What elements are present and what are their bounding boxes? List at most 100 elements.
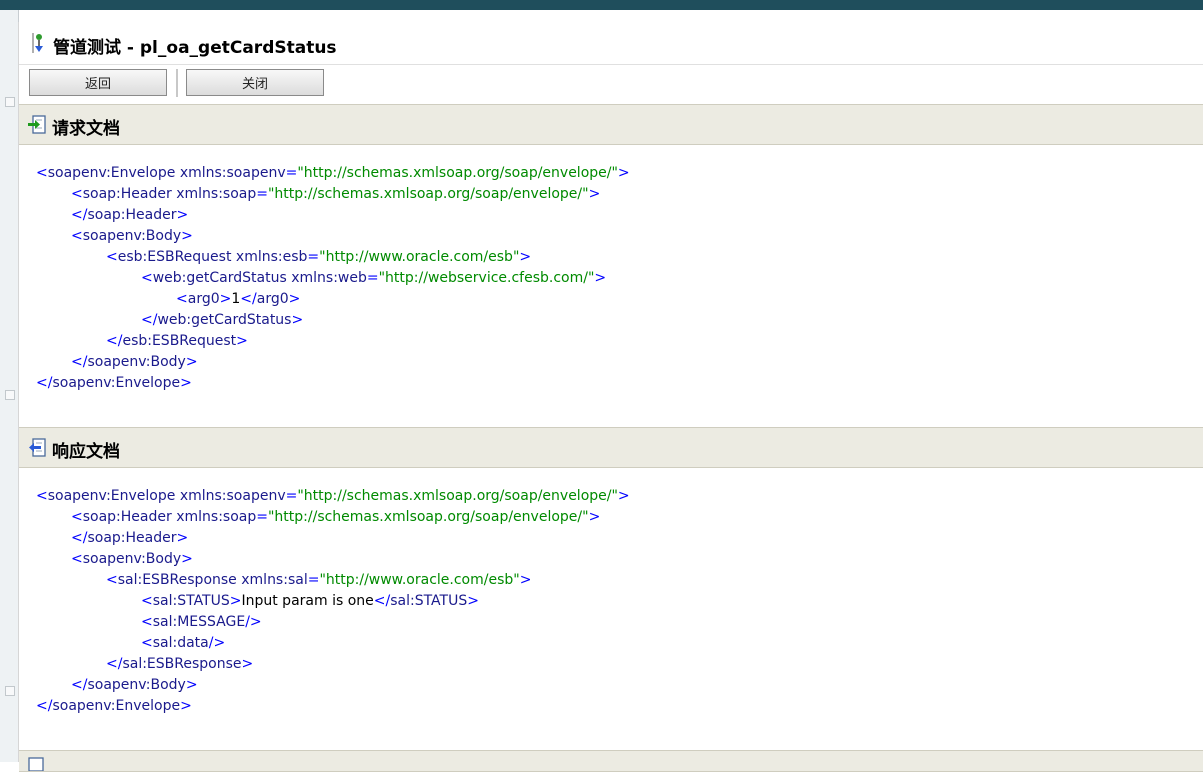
- xml-bracket: </: [106, 333, 123, 349]
- xml-tag: soap:Header: [82, 509, 172, 525]
- xml-attr-value: "http://webservice.cfesb.com/": [378, 270, 595, 286]
- xml-line: </soapenv:Envelope>: [36, 696, 630, 717]
- xml-attr-name: xmlns:soapenv: [179, 488, 286, 504]
- xml-bracket: >: [617, 488, 630, 504]
- xml-bracket: >: [176, 207, 189, 223]
- xml-attr-value: "http://www.oracle.com/esb": [319, 572, 520, 588]
- xml-bracket: >: [236, 333, 248, 349]
- xml-bracket: <: [141, 635, 153, 651]
- xml-attr-name: xmlns:web: [291, 270, 367, 286]
- xml-bracket: <: [141, 593, 153, 609]
- xml-tag: soapenv:Envelope: [52, 375, 181, 391]
- xml-text: 1: [231, 291, 241, 307]
- frame-marker: [5, 97, 15, 107]
- xml-bracket: >: [180, 375, 192, 391]
- xml-attr-value: "http://schemas.xmlsoap.org/soap/envelop…: [297, 488, 618, 504]
- xml-equals: =: [307, 249, 320, 265]
- xml-line: <soap:Header xmlns:soap="http://schemas.…: [36, 507, 630, 528]
- xml-bracket: <: [141, 614, 153, 630]
- xml-line: <arg0>1</arg0>: [36, 289, 630, 310]
- xml-bracket: </: [36, 698, 53, 714]
- xml-line: <esb:ESBRequest xmlns:esb="http://www.or…: [36, 247, 630, 268]
- xml-tag: arg0: [256, 291, 289, 307]
- xml-bracket: </: [71, 530, 88, 546]
- xml-line: <sal:data/>: [36, 633, 630, 654]
- xml-bracket: >: [241, 656, 254, 672]
- xml-bracket: >: [181, 551, 193, 567]
- response-section-header: 响应文档: [19, 427, 1203, 468]
- xml-tag: sal:MESSAGE: [152, 614, 246, 630]
- xml-bracket: >: [519, 249, 532, 265]
- close-button[interactable]: 关闭: [186, 69, 324, 96]
- xml-tag: sal:ESBResponse: [117, 572, 237, 588]
- xml-bracket: <: [106, 572, 118, 588]
- xml-line: <sal:ESBResponse xmlns:sal="http://www.o…: [36, 570, 630, 591]
- xml-bracket: </: [141, 312, 158, 328]
- xml-bracket: >: [181, 228, 193, 244]
- xml-bracket: >: [588, 186, 601, 202]
- xml-attr-name: xmlns:esb: [235, 249, 308, 265]
- xml-tag: soap:Header: [82, 186, 172, 202]
- pipeline-test-icon: [32, 33, 43, 53]
- xml-bracket: >: [185, 354, 198, 370]
- response-section-title: 响应文档: [52, 442, 120, 462]
- xml-attr-name: xmlns:soap: [176, 509, 257, 525]
- xml-equals: =: [256, 186, 268, 202]
- xml-bracket: <: [71, 509, 83, 525]
- xml-equals: =: [307, 572, 320, 588]
- xml-bracket: >: [219, 291, 232, 307]
- xml-line: <soapenv:Envelope xmlns:soapenv="http://…: [36, 163, 630, 184]
- xml-bracket: </: [71, 207, 88, 223]
- xml-tag: soapenv:Body: [82, 551, 182, 567]
- xml-bracket: />: [245, 614, 262, 630]
- xml-line: <soapenv:Body>: [36, 226, 630, 247]
- request-document-icon: [28, 115, 46, 134]
- xml-attr-name: xmlns:sal: [241, 572, 308, 588]
- xml-tag: esb:ESBRequest: [122, 333, 237, 349]
- xml-bracket: >: [467, 593, 479, 609]
- xml-tag: soap:Header: [87, 207, 177, 223]
- xml-bracket: <: [176, 291, 188, 307]
- xml-tag: esb:ESBRequest: [117, 249, 232, 265]
- xml-bracket: />: [208, 635, 226, 651]
- xml-line: </sal:ESBResponse>: [36, 654, 630, 675]
- xml-bracket: </: [71, 677, 88, 693]
- back-button[interactable]: 返回: [29, 69, 167, 96]
- xml-bracket: >: [617, 165, 630, 181]
- response-document-icon: [29, 438, 46, 457]
- xml-line: </web:getCardStatus>: [36, 310, 630, 331]
- page-header: 管道测试 - pl_oa_getCardStatus: [19, 22, 1203, 65]
- xml-tag: soapenv:Body: [82, 228, 182, 244]
- xml-bracket: >: [180, 698, 192, 714]
- xml-tag: arg0: [187, 291, 220, 307]
- xml-tag: sal:ESBResponse: [122, 656, 242, 672]
- xml-bracket: >: [291, 312, 304, 328]
- xml-tag: soapenv:Envelope: [47, 165, 176, 181]
- xml-line: </soap:Header>: [36, 528, 630, 549]
- xml-bracket: </: [71, 354, 88, 370]
- xml-equals: =: [256, 509, 268, 525]
- xml-line: <web:getCardStatus xmlns:web="http://web…: [36, 268, 630, 289]
- xml-bracket: >: [229, 593, 242, 609]
- xml-line: </soapenv:Envelope>: [36, 373, 630, 394]
- xml-attr-value: "http://www.oracle.com/esb": [319, 249, 520, 265]
- request-xml-document: <soapenv:Envelope xmlns:soapenv="http://…: [36, 163, 630, 394]
- request-section-title: 请求文档: [52, 119, 120, 139]
- xml-line: </esb:ESBRequest>: [36, 331, 630, 352]
- toolbar-separator: [176, 69, 178, 97]
- xml-attr-value: "http://schemas.xmlsoap.org/soap/envelop…: [297, 165, 618, 181]
- xml-tag: sal:STATUS: [390, 593, 468, 609]
- xml-line: </soapenv:Body>: [36, 352, 630, 373]
- response-xml-document: <soapenv:Envelope xmlns:soapenv="http://…: [36, 486, 630, 717]
- xml-attr-value: "http://schemas.xmlsoap.org/soap/envelop…: [267, 186, 589, 202]
- xml-bracket: >: [594, 270, 607, 286]
- frame-marker: [5, 686, 15, 696]
- xml-bracket: <: [71, 228, 83, 244]
- frame-marker: [5, 390, 15, 400]
- xml-bracket: </: [36, 375, 53, 391]
- xml-tag: web:getCardStatus: [157, 312, 292, 328]
- xml-attr-name: xmlns:soapenv: [179, 165, 286, 181]
- window-top-bar: [0, 0, 1203, 10]
- document-icon: [28, 757, 44, 771]
- xml-bracket: <: [36, 488, 48, 504]
